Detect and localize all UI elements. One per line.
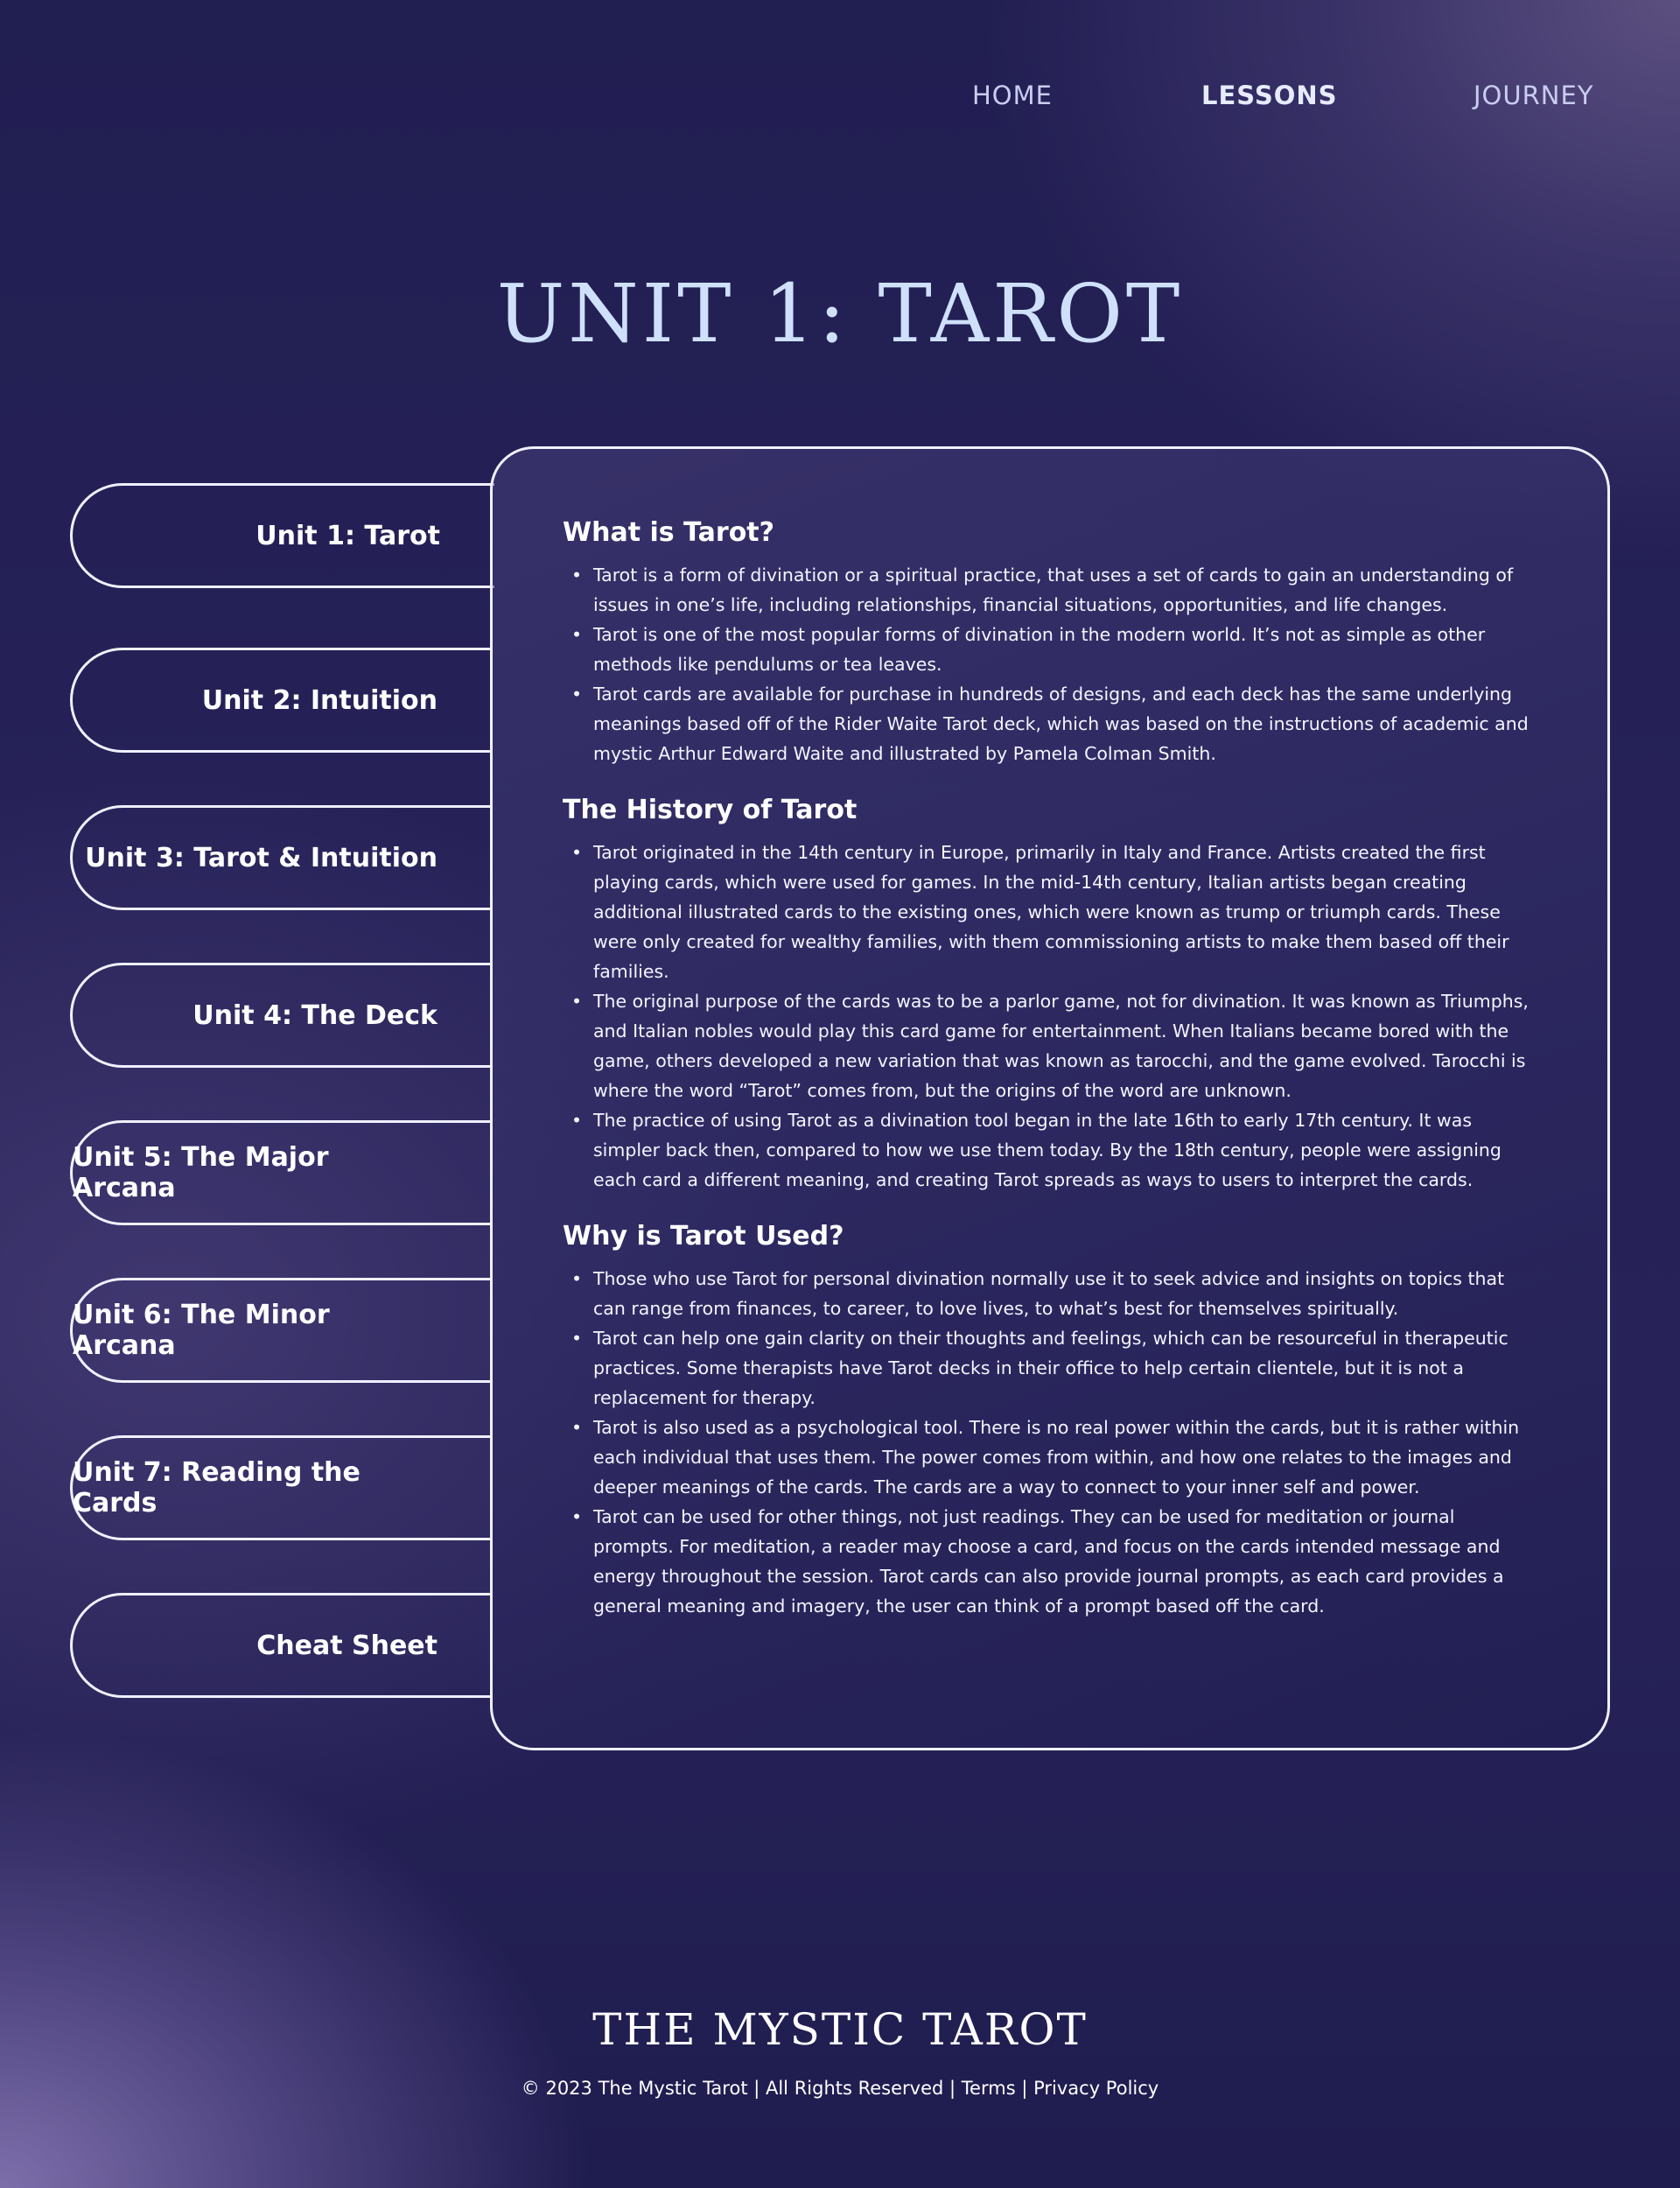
footer-separator: | xyxy=(1021,2078,1028,2099)
list-item: Tarot can help one gain clarity on their… xyxy=(563,1323,1539,1413)
list-item: Tarot is a form of divination or a spiri… xyxy=(563,560,1539,620)
list-item: Tarot is one of the most popular forms o… xyxy=(563,620,1539,679)
section-what-is-tarot: What is Tarot? Tarot is a form of divina… xyxy=(563,517,1539,768)
tab-label: Unit 1: Tarot xyxy=(256,520,440,551)
footer-legal: © 2023 The Mystic Tarot | All Rights Res… xyxy=(0,2078,1680,2099)
bullet-list: Tarot originated in the 14th century in … xyxy=(563,838,1539,1195)
list-item: Tarot cards are available for purchase i… xyxy=(563,679,1539,768)
list-item: The practice of using Tarot as a divinat… xyxy=(563,1105,1539,1195)
tab-label: Unit 5: The Major Arcana xyxy=(73,1142,329,1203)
tab-unit-4[interactable]: Unit 4: The Deck xyxy=(70,963,492,1068)
nav-home-link[interactable]: HOME xyxy=(972,81,1053,110)
tab-unit-7[interactable]: Unit 7: Reading the Cards xyxy=(70,1435,492,1540)
list-item: Tarot originated in the 14th century in … xyxy=(563,838,1539,986)
tab-unit-1[interactable]: Unit 1: Tarot xyxy=(70,483,494,588)
footer-logo: THE MYSTIC TAROT xyxy=(592,2004,1088,2055)
section-heading: What is Tarot? xyxy=(563,517,775,548)
list-item: Tarot can be used for other things, not … xyxy=(563,1502,1539,1621)
tab-label: Unit 3: Tarot & Intuition xyxy=(85,842,438,873)
list-item: Those who use Tarot for personal divinat… xyxy=(563,1264,1539,1323)
section-heading: Why is Tarot Used? xyxy=(563,1221,844,1252)
tab-label: Unit 2: Intuition xyxy=(201,684,438,716)
privacy-policy-link[interactable]: Privacy Policy xyxy=(1033,2078,1158,2099)
bullet-list: Tarot is a form of divination or a spiri… xyxy=(563,560,1539,768)
section-heading: The History of Tarot xyxy=(563,795,858,825)
top-nav: HOME LESSONS JOURNEY xyxy=(0,81,1680,116)
list-item: The original purpose of the cards was to… xyxy=(563,986,1539,1105)
tab-label: Unit 7: Reading the Cards xyxy=(73,1457,360,1518)
nav-lessons-link[interactable]: LESSONS xyxy=(1201,81,1338,110)
tab-unit-5[interactable]: Unit 5: The Major Arcana xyxy=(70,1120,492,1225)
tab-label: Cheat Sheet xyxy=(256,1630,438,1661)
tab-label: Unit 6: The Minor Arcana xyxy=(73,1300,330,1361)
tab-unit-2[interactable]: Unit 2: Intuition xyxy=(70,648,492,753)
bullet-list: Those who use Tarot for personal divinat… xyxy=(563,1264,1539,1621)
tab-label: Unit 4: The Deck xyxy=(192,999,438,1031)
section-history-of-tarot: The History of Tarot Tarot originated in… xyxy=(563,795,1539,1195)
section-why-tarot-used: Why is Tarot Used? Those who use Tarot f… xyxy=(563,1221,1539,1621)
tab-unit-6[interactable]: Unit 6: The Minor Arcana xyxy=(70,1278,492,1383)
tab-unit-3[interactable]: Unit 3: Tarot & Intuition xyxy=(70,805,492,910)
copyright-text: © 2023 The Mystic Tarot | All Rights Res… xyxy=(521,2078,956,2099)
lesson-content-card: What is Tarot? Tarot is a form of divina… xyxy=(490,446,1610,1750)
terms-link[interactable]: Terms xyxy=(962,2078,1016,2099)
list-item: Tarot is also used as a psychological to… xyxy=(563,1413,1539,1502)
tab-cheat-sheet[interactable]: Cheat Sheet xyxy=(70,1593,492,1698)
page-title: UNIT 1: TAROT xyxy=(496,267,1184,361)
nav-journey-link[interactable]: JOURNEY xyxy=(1474,81,1594,110)
